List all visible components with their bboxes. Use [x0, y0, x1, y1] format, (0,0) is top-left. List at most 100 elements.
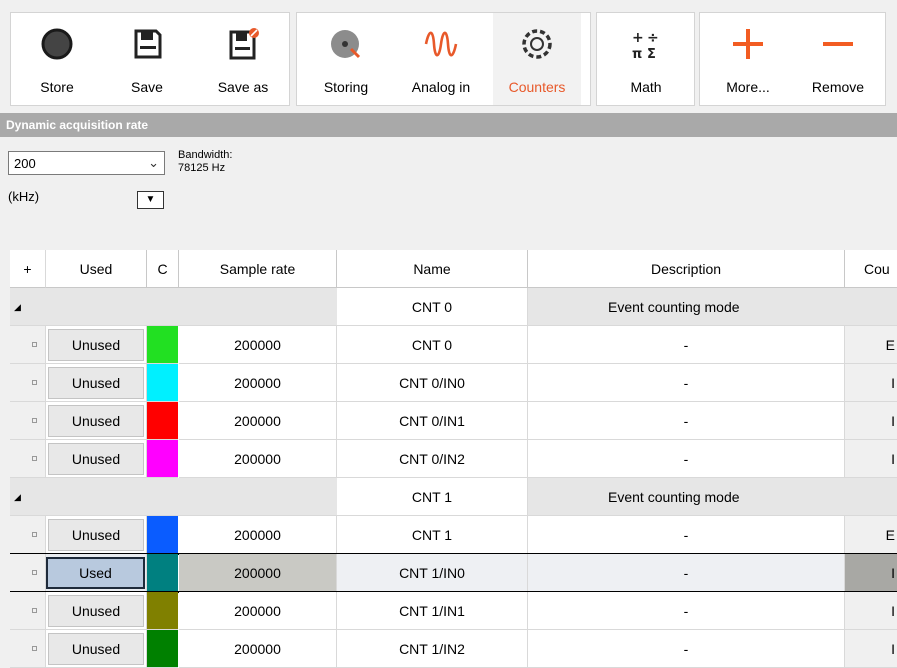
channel-name-cell[interactable]: CNT 0/IN0 [337, 364, 528, 402]
row-handle[interactable] [25, 516, 46, 554]
sample-rate-cell[interactable]: 200000 [179, 554, 337, 592]
save-as-label: Save as [217, 79, 269, 95]
column-header-sample-rate[interactable]: Sample rate [179, 250, 337, 288]
row-handle[interactable] [25, 592, 46, 630]
row-handle-icon [32, 646, 37, 651]
row-handle[interactable] [25, 364, 46, 402]
store-button[interactable]: Store [21, 13, 93, 105]
channel-name-cell[interactable]: CNT 0 [337, 326, 528, 364]
color-swatch[interactable] [147, 630, 178, 668]
more-button[interactable]: More... [708, 13, 788, 105]
channel-description-cell[interactable]: - [528, 630, 845, 668]
channel-name-cell[interactable]: CNT 1/IN1 [337, 592, 528, 630]
color-swatch[interactable] [147, 364, 178, 402]
record-circle-icon [41, 28, 73, 60]
remove-label: Remove [811, 79, 865, 95]
row-handle-icon [32, 342, 37, 347]
floppy-disk-edit-icon [229, 28, 259, 60]
sample-rate-cell[interactable]: 200000 [179, 592, 337, 630]
row-handle[interactable] [25, 440, 46, 478]
svg-text:Σ: Σ [647, 47, 656, 61]
color-swatch[interactable] [147, 554, 178, 592]
more-label: More... [726, 79, 770, 95]
counters-label: Counters [508, 79, 566, 95]
column-header-description[interactable]: Description [528, 250, 845, 288]
used-toggle-button[interactable]: Unused [48, 519, 144, 551]
counter-mode-cell[interactable]: I [845, 592, 897, 630]
group-row-background [10, 288, 337, 326]
sample-rate-cell[interactable]: 200000 [179, 326, 337, 364]
channel-description-cell[interactable]: - [528, 326, 845, 364]
channel-name-cell[interactable]: CNT 1/IN0 [337, 554, 528, 592]
channel-description-cell[interactable]: - [528, 440, 845, 478]
save-label: Save [131, 79, 163, 95]
counter-mode-cell[interactable]: I [845, 630, 897, 668]
counter-mode-cell[interactable]: E [845, 516, 897, 554]
row-handle[interactable] [25, 554, 46, 592]
used-toggle-button[interactable]: Unused [48, 329, 144, 361]
row-handle[interactable] [25, 402, 46, 440]
channel-description-cell[interactable]: - [528, 554, 845, 592]
sample-rate-cell[interactable]: 200000 [179, 364, 337, 402]
column-header-counter[interactable]: Cou [845, 250, 897, 288]
sample-rate-cell[interactable]: 200000 [179, 516, 337, 554]
collapse-triangle-icon[interactable]: ◢ [14, 492, 21, 503]
counter-mode-cell[interactable]: I [845, 554, 897, 592]
used-toggle-button[interactable]: Unused [48, 633, 144, 665]
row-handle-icon [32, 418, 37, 423]
row-indent [10, 554, 25, 592]
group-description: Event counting mode [528, 288, 897, 326]
remove-button[interactable]: Remove [798, 13, 878, 105]
channel-name-cell[interactable]: CNT 0/IN2 [337, 440, 528, 478]
save-button[interactable]: Save [111, 13, 183, 105]
acquisition-rate-select[interactable]: 200 ⌄ [8, 151, 165, 175]
column-header-used[interactable]: Used [46, 250, 147, 288]
channel-name-cell[interactable]: CNT 0/IN1 [337, 402, 528, 440]
color-swatch[interactable] [147, 440, 178, 478]
counter-mode-cell[interactable]: I [845, 364, 897, 402]
ribbon-group-math: + ÷ π Σ Math [596, 12, 695, 106]
save-as-button[interactable]: Save as [207, 13, 279, 105]
row-handle-icon [32, 570, 37, 575]
rate-unit-label: (kHz) [8, 189, 40, 204]
collapse-triangle-icon[interactable]: ◢ [14, 302, 21, 313]
counter-mode-cell[interactable]: E [845, 326, 897, 364]
color-swatch[interactable] [147, 592, 178, 630]
used-toggle-button[interactable]: Unused [48, 595, 144, 627]
counter-mode-cell[interactable]: I [845, 440, 897, 478]
used-toggle-button[interactable]: Unused [48, 405, 144, 437]
row-indent [10, 326, 25, 364]
channel-description-cell[interactable]: - [528, 516, 845, 554]
sample-rate-cell[interactable]: 200000 [179, 630, 337, 668]
ribbon-group-manage: More... Remove [699, 12, 886, 106]
sample-rate-cell[interactable]: 200000 [179, 440, 337, 478]
row-handle[interactable] [25, 326, 46, 364]
channel-name-cell[interactable]: CNT 1/IN2 [337, 630, 528, 668]
counter-mode-cell[interactable]: I [845, 402, 897, 440]
used-toggle-button[interactable]: Unused [48, 367, 144, 399]
used-toggle-button[interactable]: Unused [48, 443, 144, 475]
used-toggle-button[interactable]: Used [46, 557, 145, 589]
add-column-button[interactable]: + [10, 250, 46, 288]
column-header-name[interactable]: Name [337, 250, 528, 288]
sample-rate-cell[interactable]: 200000 [179, 402, 337, 440]
chevron-down-icon: ⌄ [148, 155, 159, 170]
color-swatch[interactable] [147, 402, 178, 440]
analog-in-label: Analog in [411, 79, 471, 95]
unit-dropdown-button[interactable]: ▼ [137, 191, 164, 209]
color-swatch[interactable] [147, 516, 178, 554]
channel-description-cell[interactable]: - [528, 402, 845, 440]
analog-in-button[interactable]: Analog in [397, 13, 485, 105]
math-button[interactable]: + ÷ π Σ Math [610, 13, 682, 105]
channel-description-cell[interactable]: - [528, 592, 845, 630]
storing-label: Storing [323, 79, 369, 95]
group-name: CNT 1 [337, 478, 528, 516]
channel-description-cell[interactable]: - [528, 364, 845, 402]
color-swatch[interactable] [147, 326, 178, 364]
row-handle[interactable] [25, 630, 46, 668]
counters-button[interactable]: Counters [493, 13, 581, 105]
storing-button[interactable]: Storing [305, 13, 387, 105]
channel-name-cell[interactable]: CNT 1 [337, 516, 528, 554]
ribbon-group-file: Store Save Save as [10, 12, 290, 106]
column-header-color[interactable]: C [147, 250, 179, 288]
